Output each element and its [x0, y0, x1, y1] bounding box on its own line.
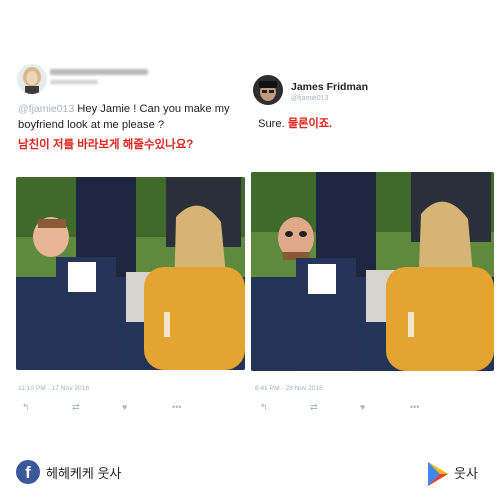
facebook-icon[interactable]: f	[16, 460, 40, 484]
left-tweet-card: @fjamie013 Hey Jamie ! Can you make my b…	[0, 0, 250, 440]
like-icon[interactable]: ♥	[360, 402, 410, 413]
tweet-timestamp[interactable]: 6:41 PM - 28 Nov 2016	[255, 385, 323, 392]
more-icon[interactable]: •••	[410, 402, 460, 413]
tweet-text-line2: boyfriend look at me please ?	[18, 119, 165, 131]
reply-text: Sure. 물론이죠.	[258, 118, 333, 130]
tweet-photo-original[interactable]	[16, 177, 245, 370]
user-avatar[interactable]	[17, 64, 47, 94]
mention-handle[interactable]: @fjamie013	[18, 103, 74, 115]
right-tweet-card: James Fridman @fjamie013 Sure. 물론이죠. 6:4…	[250, 0, 500, 440]
tweet-timestamp[interactable]: 11:10 PM - 17 Nov 2016	[18, 385, 89, 392]
tweet-action-bar: ↰ ⇄ ♥ •••	[260, 402, 460, 413]
like-icon[interactable]: ♥	[122, 402, 172, 413]
tweet-text-line1: @fjamie013 Hey Jamie ! Can you make my	[18, 103, 230, 115]
korean-reply: 물론이죠.	[287, 118, 333, 130]
tweet-action-bar: ↰ ⇄ ♥ •••	[22, 402, 222, 413]
blurred-display-name	[50, 69, 148, 75]
tweet-photo-edited[interactable]	[251, 172, 494, 371]
more-icon[interactable]: •••	[172, 402, 222, 413]
james-fridman-avatar[interactable]	[253, 75, 283, 105]
retweet-icon[interactable]: ⇄	[310, 402, 360, 413]
facebook-page-name[interactable]: 헤헤케케 웃사	[46, 463, 121, 482]
retweet-icon[interactable]: ⇄	[72, 402, 122, 413]
user-handle[interactable]: @fjamie013	[291, 95, 328, 102]
google-play-icon[interactable]	[424, 460, 452, 488]
play-store-label[interactable]: 웃사	[454, 463, 478, 482]
korean-translation: 남친이 저를 바라보게 해줄수있나요?	[18, 139, 194, 151]
display-name[interactable]: James Fridman	[291, 81, 368, 93]
reply-icon[interactable]: ↰	[22, 402, 72, 413]
blurred-handle	[50, 80, 98, 84]
reply-icon[interactable]: ↰	[260, 402, 310, 413]
